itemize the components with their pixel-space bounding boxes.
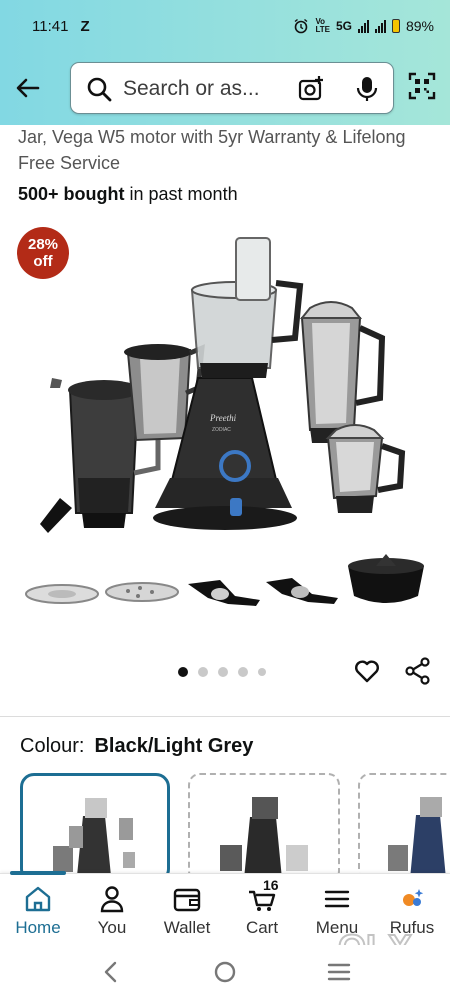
battery-icon (391, 19, 400, 33)
microphone-icon[interactable] (353, 75, 381, 103)
network-type: 5G (335, 19, 352, 33)
nav-cart[interactable]: 16 Cart (222, 874, 302, 946)
search-icon (87, 77, 112, 102)
signal-2-icon (374, 19, 386, 33)
search-input[interactable] (123, 76, 281, 102)
colour-label: Colour: (20, 735, 85, 757)
discount-badge: 28% off (17, 227, 69, 279)
heart-icon[interactable] (353, 657, 381, 685)
notification-z-icon: Z (80, 17, 90, 35)
wallet-icon (173, 888, 201, 912)
status-time: 11:41 (32, 17, 69, 35)
colour-value: Black/Light Grey (94, 735, 254, 757)
signal-1-icon (357, 19, 369, 33)
status-indicators: Vo LTE 5G 89% (293, 18, 434, 34)
nav-rufus[interactable]: Rufus (372, 874, 450, 946)
nav-rufus-label: Rufus (389, 918, 435, 937)
nav-cart-label: Cart (245, 918, 279, 937)
system-back-icon[interactable] (98, 959, 124, 985)
nav-menu[interactable]: Menu (297, 874, 377, 946)
swatch-image (388, 797, 446, 879)
home-icon (25, 886, 51, 912)
carousel-dots (178, 667, 266, 677)
nav-you-label: You (97, 918, 127, 937)
nav-wallet-label: Wallet (163, 918, 211, 937)
nav-home-label: Home (15, 918, 61, 937)
rufus-icon (403, 889, 424, 906)
carousel-dot-1[interactable] (178, 667, 188, 677)
alarm-icon (295, 18, 308, 34)
nav-menu-label: Menu (315, 918, 359, 937)
bottom-navigation: Home You Wallet 16 Cart Menu Rufus (0, 871, 450, 946)
discount-word: off (33, 253, 53, 270)
carousel-dot-2[interactable] (198, 667, 208, 677)
swatch-image (220, 797, 308, 879)
qr-scanner-icon[interactable] (408, 72, 436, 100)
product-image[interactable]: Preethi ZODIAC (20, 228, 440, 618)
search-bar-row (0, 60, 450, 116)
brand-logo: Preethi (209, 413, 237, 423)
camera-lens-icon[interactable] (297, 75, 325, 103)
system-navigation-bar (0, 945, 450, 998)
colour-selector-label: Colour: Black/Light Grey (20, 735, 253, 758)
food-processor-bowl-illustration (190, 237, 304, 378)
carousel-dot-4[interactable] (238, 667, 248, 677)
carousel-dot-3[interactable] (218, 667, 228, 677)
search-box[interactable] (70, 62, 394, 114)
purchase-count-bold: 500+ bought (18, 184, 125, 204)
colour-swatch-3[interactable] (358, 773, 450, 883)
nav-wallet[interactable]: Wallet (147, 874, 227, 946)
purchase-count: 500+ bought in past month (18, 184, 238, 205)
nav-home[interactable]: Home (0, 874, 78, 946)
colour-swatch-2[interactable] (188, 773, 340, 883)
purchase-count-rest: in past month (124, 184, 238, 204)
carousel-dot-5[interactable] (258, 668, 266, 676)
discount-percent: 28% (27, 236, 59, 253)
cart-count-badge: 16 (263, 877, 279, 893)
section-divider (0, 716, 450, 717)
back-arrow-icon[interactable] (12, 72, 44, 104)
volte-icon: Vo LTE (315, 17, 330, 34)
battery-percent: 89% (405, 18, 434, 34)
menu-icon (324, 890, 350, 908)
product-title[interactable]: Jar, Vega W5 motor with 5yr Warranty & L… (18, 124, 438, 176)
chutney-jar-illustration (325, 424, 406, 513)
nav-you[interactable]: You (72, 874, 152, 946)
swatch-image (53, 798, 135, 876)
colour-swatch-black-light-grey[interactable] (20, 773, 170, 883)
share-icon[interactable] (404, 657, 432, 685)
model-logo: ZODIAC (212, 427, 231, 433)
system-home-icon[interactable] (212, 959, 238, 985)
accessories-illustration (25, 554, 424, 606)
steel-jar-right-illustration (299, 301, 386, 443)
user-icon (100, 886, 124, 913)
system-recents-icon[interactable] (326, 959, 352, 985)
status-bar: 11:41 Z Vo LTE 5G 89% (0, 0, 450, 52)
